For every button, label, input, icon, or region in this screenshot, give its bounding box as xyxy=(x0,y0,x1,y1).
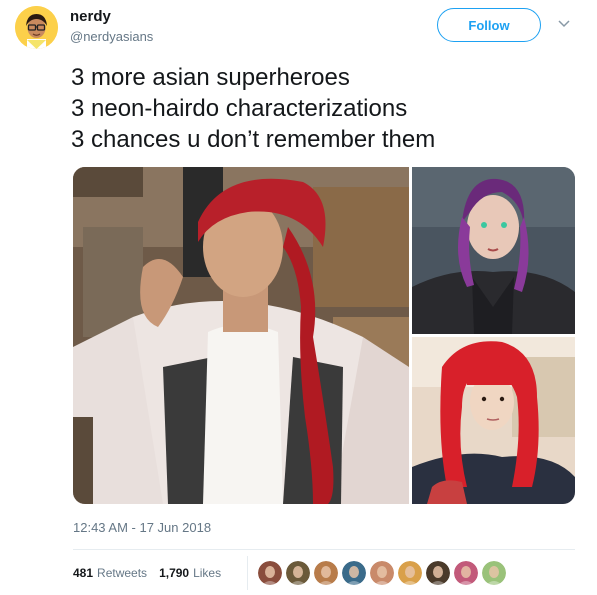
liker-avatar[interactable] xyxy=(482,561,506,585)
liker-avatar[interactable] xyxy=(286,561,310,585)
media-photo-3[interactable] xyxy=(412,337,575,504)
retweets-stat[interactable]: 481 Retweets xyxy=(73,566,147,580)
liker-avatar[interactable] xyxy=(426,561,450,585)
tweet-text: 3 more asian superheroes 3 neon-hairdo c… xyxy=(71,62,435,155)
likes-count: 1,790 xyxy=(159,566,190,580)
retweets-count: 481 xyxy=(73,566,94,580)
tweet-stats: 481 Retweets 1,790 Likes xyxy=(73,566,221,580)
divider xyxy=(247,556,248,590)
tweet-line: 3 chances u don’t remember them xyxy=(71,126,436,153)
likes-label: Likes xyxy=(193,566,222,580)
likes-stat[interactable]: 1,790 Likes xyxy=(159,566,221,580)
liker-avatar[interactable] xyxy=(370,561,394,585)
chevron-down-icon[interactable] xyxy=(557,18,571,30)
liker-avatar[interactable] xyxy=(398,561,422,585)
tweet-timestamp[interactable]: 12:43 AM - 17 Jun 2018 xyxy=(73,520,211,535)
liker-avatar[interactable] xyxy=(454,561,478,585)
tweet-line: 3 more asian superheroes xyxy=(71,64,350,91)
tweet-line: 3 neon-hairdo characterizations xyxy=(71,95,408,122)
user-handle[interactable]: @nerdyasians xyxy=(70,29,153,44)
liker-avatar[interactable] xyxy=(258,561,282,585)
retweets-label: Retweets xyxy=(97,566,148,580)
avatar[interactable] xyxy=(15,6,58,49)
liker-avatar[interactable] xyxy=(342,561,366,585)
liker-avatar[interactable] xyxy=(314,561,338,585)
follow-button[interactable]: Follow xyxy=(437,8,541,42)
tweet-media xyxy=(73,167,575,504)
divider xyxy=(73,549,575,550)
display-name[interactable]: nerdy xyxy=(70,8,111,25)
media-photo-1[interactable] xyxy=(73,167,409,504)
media-photo-2[interactable] xyxy=(412,167,575,334)
liker-avatars xyxy=(258,561,506,585)
